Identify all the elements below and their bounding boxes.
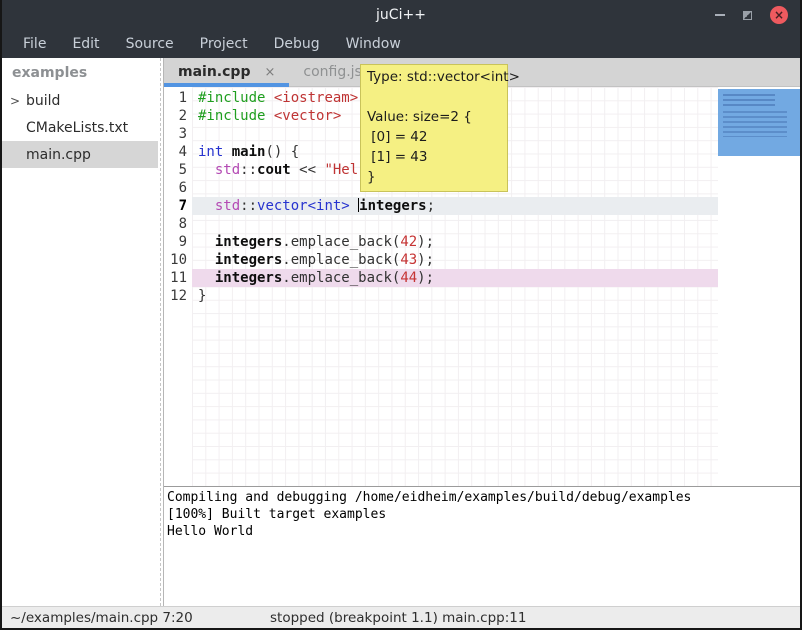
file-tree-sidebar: examples > build CMakeLists.txt (2, 58, 158, 606)
minimap-code-lines (723, 94, 775, 106)
line-number[interactable]: 1 (164, 89, 187, 107)
code-token-str: <vector> (274, 108, 341, 124)
titlebar[interactable]: juCi++ × (2, 0, 800, 30)
terminal-line: Compiling and debugging /home/eidheim/ex… (167, 489, 797, 506)
line-number[interactable]: 6 (164, 179, 187, 197)
line-number[interactable]: 2 (164, 107, 187, 125)
tab-close-icon[interactable]: × (264, 65, 275, 80)
tooltip-line: } (367, 167, 501, 187)
window-controls: × (715, 0, 788, 30)
minimap-viewport[interactable] (718, 89, 800, 156)
body: examples > build CMakeLists.txt (2, 58, 800, 606)
tree-item[interactable]: > build (2, 87, 158, 114)
code-token-type: vector<int> (257, 198, 350, 214)
menu-item[interactable]: Edit (59, 30, 112, 58)
code-token-var: integers (215, 270, 282, 286)
line-number[interactable]: 3 (164, 125, 187, 143)
debug-value-tooltip: Type: std::vector<int>Value: size=2 { [0… (360, 64, 508, 192)
line-number[interactable]: 4 (164, 143, 187, 161)
project-root-label: examples (2, 58, 158, 87)
status-debug-state: stopped (breakpoint 1.1) main.cpp:11 (270, 610, 526, 626)
line-number[interactable]: 11 (164, 269, 187, 287)
code-token-pp: #include (198, 108, 265, 124)
code-token-var: integers (215, 252, 282, 268)
restore-icon[interactable] (743, 11, 752, 20)
editor-tab[interactable]: main.cpp × (164, 58, 289, 86)
close-icon[interactable]: × (770, 6, 788, 24)
editor-pane: main.cpp × config.json 123456789101112 #… (163, 58, 800, 606)
code-token-var: integers (359, 198, 426, 214)
app-window: juCi++ × FileEditSourceProjectDebugWindo… (0, 0, 802, 630)
line-number[interactable]: 9 (164, 233, 187, 251)
tab-label: main.cpp (178, 64, 250, 80)
code-token-str: "Hel (324, 162, 358, 178)
code-token-fn: cout (257, 162, 291, 178)
line-number[interactable]: 5 (164, 161, 187, 179)
tooltip-line: [1] = 43 (367, 147, 501, 167)
code-line[interactable]: integers.emplace_back(43); (192, 251, 718, 269)
tree-item-label: CMakeLists.txt (26, 120, 128, 136)
code-token-var: integers (215, 234, 282, 250)
terminal-line: Hello World (167, 523, 797, 540)
statusbar: ~/examples/main.cpp 7:20 stopped (breakp… (2, 606, 800, 628)
status-file-location: ~/examples/main.cpp 7:20 (10, 610, 193, 626)
line-number[interactable]: 12 (164, 287, 187, 305)
build-output-terminal[interactable]: Compiling and debugging /home/eidheim/ex… (164, 486, 800, 606)
menu-item[interactable]: Debug (261, 30, 333, 58)
menubar: FileEditSourceProjectDebugWindow (2, 30, 800, 58)
line-number[interactable]: 8 (164, 215, 187, 233)
tooltip-line: Type: std::vector<int> (367, 67, 501, 87)
tree-item-label: main.cpp (26, 147, 91, 163)
code-line[interactable]: integers.emplace_back(44); (192, 269, 718, 287)
tooltip-line (367, 87, 501, 107)
chevron-right-icon[interactable]: > (10, 94, 26, 108)
minimap[interactable] (718, 87, 800, 486)
minimap-code-lines (723, 111, 787, 137)
code-line[interactable]: std::vector<int> integers; (192, 197, 718, 215)
code-token-ns: std (215, 198, 240, 214)
tree-item[interactable]: main.cpp (2, 141, 158, 168)
line-number[interactable]: 7 (164, 197, 187, 215)
menu-item[interactable]: File (10, 30, 59, 58)
line-number-gutter[interactable]: 123456789101112 (164, 87, 192, 486)
code-token-ns: std (215, 162, 240, 178)
terminal-line: [100%] Built target examples (167, 506, 797, 523)
code-token-num: 42 (400, 234, 417, 250)
tree-item-label: build (26, 93, 60, 109)
file-tree: > build CMakeLists.txt main.cpp (2, 87, 158, 168)
code-token-str: <iostream> (274, 90, 358, 106)
tooltip-line: [0] = 42 (367, 127, 501, 147)
minimize-icon[interactable] (715, 14, 725, 16)
tree-item[interactable]: CMakeLists.txt (2, 114, 158, 141)
code-token-pp: #include (198, 90, 265, 106)
menu-item[interactable]: Window (333, 30, 414, 58)
line-number[interactable]: 10 (164, 251, 187, 269)
code-line[interactable]: } (192, 287, 718, 305)
code-line[interactable] (192, 215, 718, 233)
code-token-num: 43 (400, 252, 417, 268)
menu-item[interactable]: Source (113, 30, 187, 58)
code-token-num: 44 (400, 270, 417, 286)
window-title: juCi++ (2, 0, 800, 30)
code-line[interactable]: integers.emplace_back(42); (192, 233, 718, 251)
tooltip-line: Value: size=2 { (367, 107, 501, 127)
menu-item[interactable]: Project (187, 30, 261, 58)
code-token-kw: int (198, 144, 223, 160)
code-token-fn: main (232, 144, 266, 160)
